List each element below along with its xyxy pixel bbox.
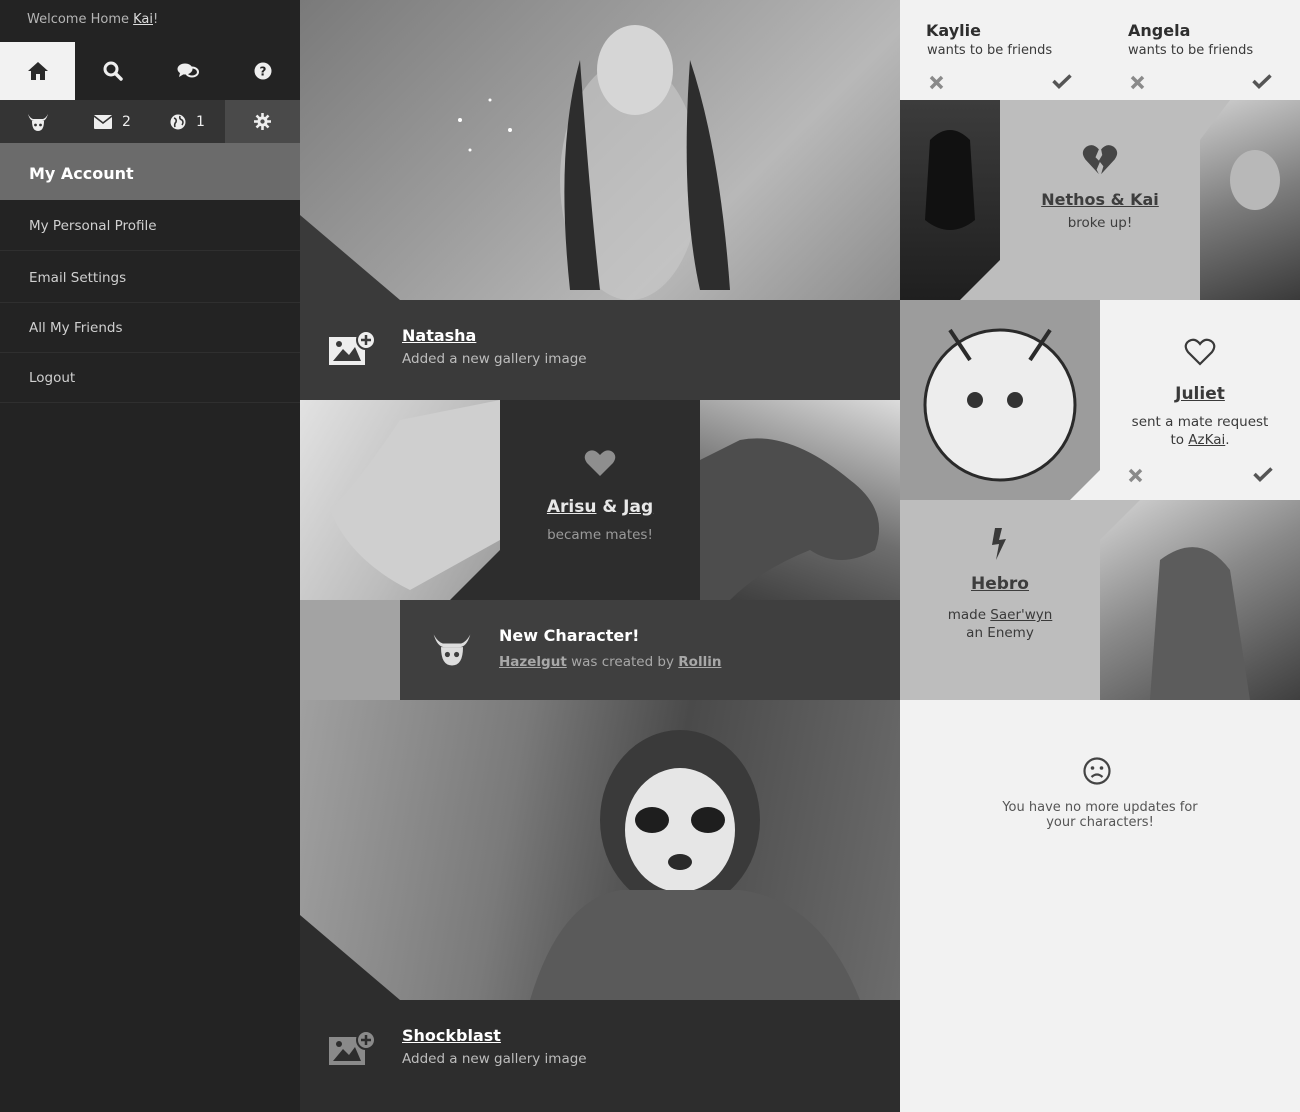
nav-help[interactable]: ? — [225, 42, 300, 100]
horned-head-icon — [433, 634, 471, 666]
nav-chat[interactable] — [150, 42, 225, 100]
kai-image[interactable] — [1200, 100, 1300, 300]
breakup-names[interactable]: Nethos & Kai — [1000, 190, 1200, 209]
artwork-illustration — [923, 328, 1100, 500]
arisu-image[interactable] — [300, 400, 500, 600]
welcome-user-link[interactable]: Kai — [133, 12, 153, 27]
messages-count: 2 — [122, 113, 131, 130]
sub-nav: 2 1 — [0, 100, 300, 143]
kaylie-name[interactable]: Kaylie — [926, 21, 981, 40]
add-image-icon — [329, 1031, 375, 1065]
shockblast-name-link[interactable]: Shockblast — [402, 1026, 501, 1045]
juliet-image[interactable] — [900, 300, 1100, 500]
natasha-activity: Natasha Added a new gallery image — [300, 300, 900, 400]
new-character-title: New Character! — [499, 626, 640, 645]
arisu-link[interactable]: Arisu — [547, 497, 597, 517]
jag-image[interactable] — [700, 400, 900, 600]
globe-icon — [170, 114, 186, 129]
artwork-illustration — [925, 130, 1000, 300]
natasha-action-text: Added a new gallery image — [402, 351, 587, 367]
angela-name[interactable]: Angela — [1128, 21, 1190, 40]
decline-kaylie-x-icon[interactable] — [929, 75, 944, 90]
shockblast-action-text: Added a new gallery image — [402, 1051, 587, 1067]
empty-updates: You have no more updates for your charac… — [900, 700, 1300, 1112]
menu-all-friends[interactable]: All My Friends — [0, 303, 300, 353]
decline-angela-x-icon[interactable] — [1130, 75, 1145, 90]
menu-email-settings[interactable]: Email Settings — [0, 253, 300, 303]
nav-home[interactable] — [0, 42, 75, 100]
nethos-image[interactable] — [900, 100, 1000, 300]
new-character-activity: New Character! Hazelgut was created by R… — [400, 600, 900, 700]
menu-personal-profile[interactable]: My Personal Profile — [0, 201, 300, 251]
welcome-text: Welcome Home Kai! — [27, 12, 159, 27]
svg-text:?: ? — [259, 65, 266, 79]
heart-outline-icon — [1184, 338, 1216, 366]
artwork-illustration — [700, 438, 880, 600]
saerwyn-link[interactable]: Saer'wyn — [990, 607, 1052, 623]
artwork-illustration — [1100, 500, 1250, 700]
jag-link[interactable]: Jag — [623, 497, 653, 517]
nav-search[interactable] — [75, 42, 150, 100]
help-icon: ? — [254, 62, 271, 80]
enemy-made-text: made Saer'wyn — [947, 607, 1053, 623]
saerwyn-image[interactable] — [1100, 500, 1300, 700]
nav-characters[interactable] — [0, 100, 75, 143]
lightning-icon — [992, 528, 1006, 560]
sad-face-icon — [1083, 757, 1111, 785]
kaylie-request-text: wants to be friends — [927, 43, 1053, 58]
artwork-illustration — [1200, 100, 1280, 210]
juliet-name-link[interactable]: Juliet — [1100, 384, 1300, 404]
horned-head-icon — [27, 113, 48, 131]
mates-action-text: became mates! — [547, 527, 653, 543]
main-nav: ? — [0, 42, 300, 100]
enemy-activity: Hebro made Saer'wyn an Enemy — [900, 500, 1100, 700]
mate-request-text: sent a mate request — [1131, 414, 1269, 430]
breakup-activity: Nethos & Kai broke up! — [1000, 100, 1200, 300]
envelope-icon — [94, 114, 113, 129]
decline-mate-x-icon[interactable] — [1128, 468, 1143, 483]
world-count: 1 — [196, 113, 205, 130]
rollin-link[interactable]: Rollin — [678, 654, 721, 670]
breakup-text: broke up! — [1067, 215, 1133, 231]
natasha-gallery-image[interactable] — [300, 0, 900, 300]
accept-mate-check-icon[interactable] — [1253, 467, 1273, 482]
mates-activity: Arisu & Jag became mates! — [500, 400, 700, 600]
menu-logout[interactable]: Logout — [0, 353, 300, 403]
mate-request-activity: Juliet sent a mate request to AzKai. — [1100, 300, 1300, 500]
my-account-header[interactable]: My Account — [0, 143, 300, 200]
nav-settings[interactable] — [225, 100, 300, 143]
nav-messages[interactable]: 2 — [75, 100, 150, 143]
natasha-name-link[interactable]: Natasha — [402, 326, 476, 345]
empty-updates-text: You have no more updates for your charac… — [1002, 800, 1198, 830]
hebro-name-link[interactable]: Hebro — [900, 574, 1100, 594]
artwork-illustration — [300, 25, 730, 300]
accept-angela-check-icon[interactable] — [1252, 74, 1272, 89]
enemy-text: an Enemy — [966, 625, 1034, 641]
artwork-illustration — [300, 730, 860, 1000]
add-image-icon — [329, 331, 375, 365]
accept-kaylie-check-icon[interactable] — [1052, 74, 1072, 89]
shockblast-activity: Shockblast Added a new gallery image — [300, 1000, 900, 1112]
artwork-illustration — [330, 400, 500, 600]
mates-names: Arisu & Jag — [546, 497, 654, 517]
search-icon — [103, 61, 123, 81]
nav-world[interactable]: 1 — [150, 100, 225, 143]
sidebar: Welcome Home Kai! ? 2 1 My Account My Pe… — [0, 0, 300, 1112]
heart-icon — [584, 450, 616, 476]
mate-request-target: to AzKai. — [1170, 432, 1230, 448]
gear-icon — [254, 113, 271, 130]
friend-requests: Kaylie wants to be friends Angela wants … — [900, 0, 1300, 100]
broken-heart-icon — [1082, 145, 1118, 175]
new-character-accent — [300, 600, 400, 700]
hazelgut-link[interactable]: Hazelgut — [499, 654, 567, 670]
shockblast-gallery-image[interactable] — [300, 700, 900, 1000]
home-icon — [27, 62, 48, 80]
new-character-text: Hazelgut was created by Rollin — [499, 654, 722, 670]
chat-icon — [177, 63, 199, 78]
angela-request-text: wants to be friends — [1128, 43, 1254, 58]
azkai-link[interactable]: AzKai — [1188, 432, 1225, 448]
